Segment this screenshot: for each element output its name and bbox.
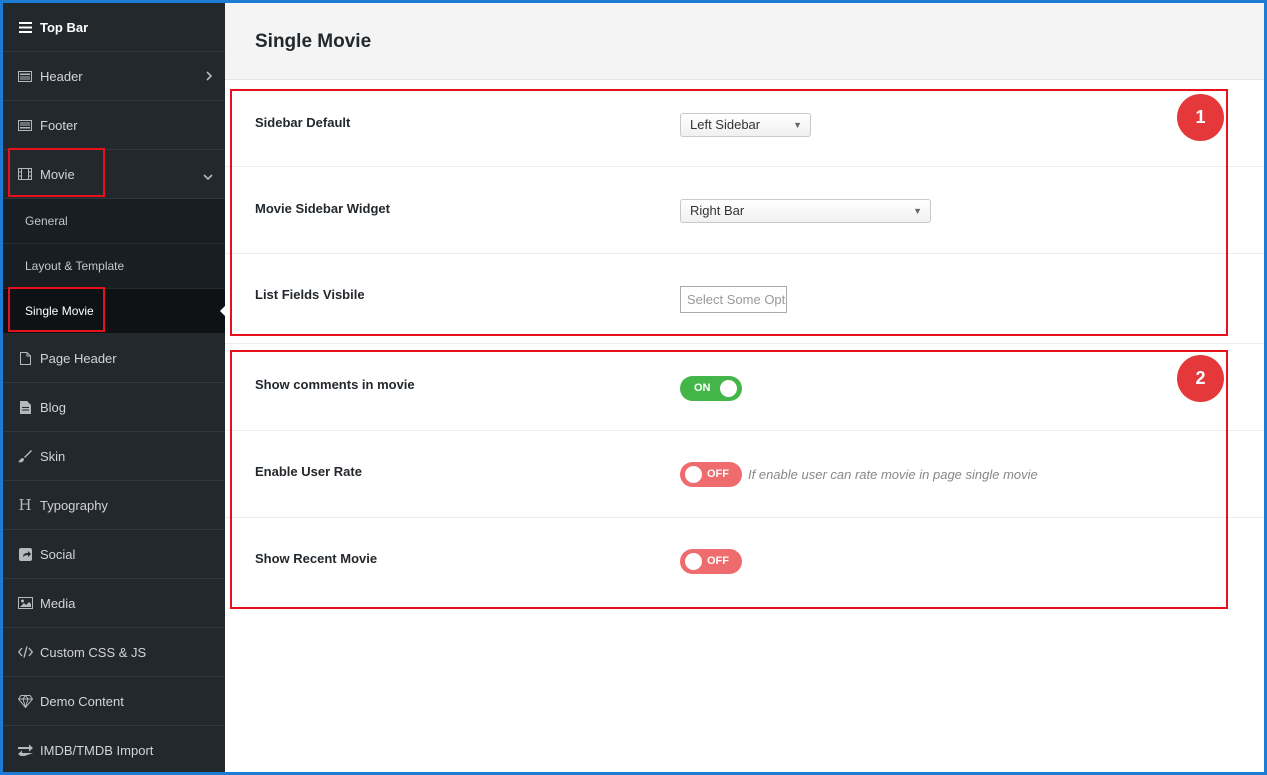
sidebar-subitem-general[interactable]: General: [3, 199, 225, 244]
sidebar-item-movie[interactable]: Movie: [3, 150, 225, 199]
sidebar-item-social[interactable]: Social: [3, 530, 225, 579]
multiselect-placeholder: Select Some Options: [687, 292, 786, 307]
setting-row-movie-sidebar-widget: Movie Sidebar Widget Right Bar ▼: [225, 167, 1264, 254]
select-value: Left Sidebar: [690, 117, 761, 132]
show-recent-movie-toggle[interactable]: OFF: [680, 549, 742, 574]
sidebar-item-skin[interactable]: Skin: [3, 432, 225, 481]
sidebar-item-blog[interactable]: Blog: [3, 383, 225, 432]
setting-label: Movie Sidebar Widget: [255, 201, 390, 216]
sidebar-subitem-single-movie[interactable]: Single Movie: [3, 289, 225, 334]
annotation-badge-1: 1: [1177, 94, 1224, 141]
sidebar-item-label: IMDB/TMDB Import: [40, 742, 154, 758]
toggle-state: OFF: [707, 555, 729, 567]
sidebar-item-label: Header: [40, 68, 83, 84]
sidebar-subitem-layout-template[interactable]: Layout & Template: [3, 244, 225, 289]
sidebar-item-label: Custom CSS & JS: [40, 644, 147, 660]
setting-row-show-recent-movie: Show Recent Movie OFF: [225, 518, 1264, 605]
sidebar-item-label: Blog: [40, 399, 67, 415]
sidebar-item-typography[interactable]: H Typography: [3, 481, 225, 530]
setting-label: Enable User Rate: [255, 464, 362, 479]
sidebar-item-label: Top Bar: [40, 19, 89, 35]
sidebar-item-page-header[interactable]: Page Header: [3, 334, 225, 383]
sidebar-item-label: Page Header: [40, 350, 117, 366]
chevron-down-icon: [203, 169, 213, 184]
list-fields-multiselect[interactable]: Select Some Options: [680, 286, 787, 313]
typography-icon: H: [18, 496, 32, 514]
setting-label: Show Recent Movie: [255, 551, 378, 566]
sidebar-item-label: Typography: [40, 497, 108, 513]
select-value: Right Bar: [690, 203, 745, 218]
caret-down-icon: ▼: [793, 120, 802, 130]
footer-icon: [17, 119, 33, 131]
sidebar-item-imdb-tmdb-import[interactable]: IMDB/TMDB Import: [3, 726, 225, 772]
page-title: Single Movie: [255, 31, 372, 52]
movie-sidebar-widget-select[interactable]: Right Bar ▼: [680, 199, 931, 223]
image-icon: [17, 597, 33, 609]
sidebar-item-label: Footer: [40, 117, 78, 133]
sidebar-item-footer[interactable]: Footer: [3, 101, 225, 150]
setting-hint: If enable user can rate movie in page si…: [748, 467, 1038, 482]
page-icon: [17, 351, 33, 365]
toggle-state: OFF: [707, 468, 729, 480]
sidebar-item-top-bar[interactable]: Top Bar: [3, 3, 225, 52]
main-panel: Single Movie Sidebar Default Left Sideba…: [225, 3, 1264, 772]
sidebar-item-demo-content[interactable]: Demo Content: [3, 677, 225, 726]
annotation-badge-2: 2: [1177, 355, 1224, 402]
options-sidebar: Top Bar Header Footer Movie General Layo…: [3, 3, 225, 772]
show-comments-toggle[interactable]: ON: [680, 376, 742, 401]
setting-row-list-fields-visible: List Fields Visbile Select Some Options: [225, 254, 1264, 344]
menu-icon: [17, 21, 33, 33]
setting-row-enable-user-rate: Enable User Rate OFF If enable user can …: [225, 431, 1264, 518]
toggle-knob: [720, 380, 737, 397]
sidebar-item-label: Social: [40, 546, 76, 562]
sidebar-item-custom-css-js[interactable]: Custom CSS & JS: [3, 628, 225, 677]
import-icon: [17, 744, 33, 756]
sidebar-item-label: Media: [40, 595, 76, 611]
header-icon: [17, 70, 33, 82]
diamond-icon: [17, 694, 33, 708]
enable-user-rate-toggle[interactable]: OFF: [680, 462, 742, 487]
sidebar-item-label: Demo Content: [40, 693, 124, 709]
setting-row-show-comments: Show comments in movie ON: [225, 344, 1264, 431]
sidebar-item-media[interactable]: Media: [3, 579, 225, 628]
setting-label: Show comments in movie: [255, 377, 415, 392]
sidebar-item-header[interactable]: Header: [3, 52, 225, 101]
screenshot-frame: Top Bar Header Footer Movie General Layo…: [0, 0, 1267, 775]
toggle-knob: [685, 466, 702, 483]
toggle-knob: [685, 553, 702, 570]
sidebar-default-select[interactable]: Left Sidebar ▼: [680, 113, 811, 137]
chevron-right-icon: [206, 69, 213, 84]
page-title-bar: Single Movie: [225, 3, 1264, 80]
social-icon: [17, 547, 33, 561]
setting-row-sidebar-default: Sidebar Default Left Sidebar ▼: [225, 80, 1264, 167]
sidebar-item-label: Skin: [40, 448, 66, 464]
sidebar-item-label: Movie: [40, 166, 75, 182]
film-icon: [17, 168, 33, 180]
sidebar-subitem-label: Single Movie: [25, 304, 94, 318]
setting-label: Sidebar Default: [255, 115, 351, 130]
code-icon: [17, 646, 33, 658]
setting-label: List Fields Visbile: [255, 287, 365, 302]
caret-down-icon: ▼: [913, 206, 922, 216]
brush-icon: [17, 449, 33, 463]
toggle-state: ON: [694, 382, 711, 394]
sidebar-subitem-label: General: [25, 214, 68, 228]
document-icon: [17, 400, 33, 414]
sidebar-subitem-label: Layout & Template: [25, 259, 125, 273]
